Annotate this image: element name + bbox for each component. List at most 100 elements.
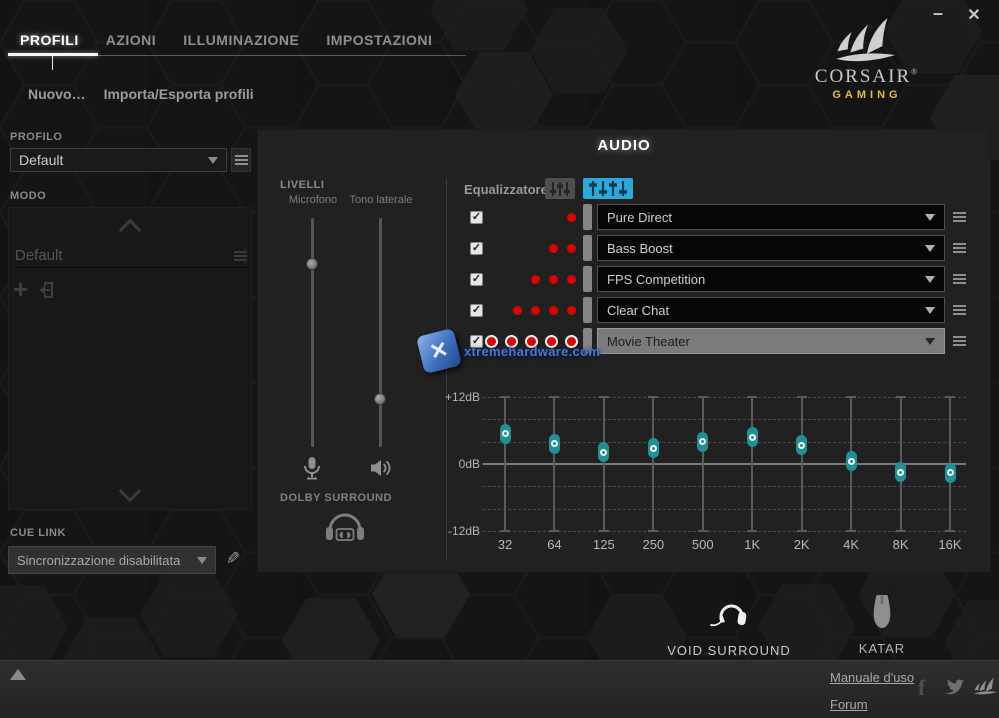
preset-dropdown[interactable]: Clear Chat [597, 297, 945, 323]
eq-band-track[interactable] [751, 397, 753, 531]
mode-list-item[interactable]: Default [15, 244, 247, 268]
eq-band-track[interactable] [801, 397, 803, 531]
eq-frequency-label: 16K [928, 537, 972, 552]
manual-link[interactable]: Manuale d'uso [830, 670, 914, 685]
eq-preset-row-movie-theater: Movie Theater [470, 328, 966, 354]
device-void-surround[interactable]: VOID SURROUND [654, 594, 804, 658]
eq-band-track[interactable] [603, 397, 605, 531]
eq-band-track[interactable] [652, 397, 654, 531]
tab-illuminazione[interactable]: ILLUMINAZIONE [183, 32, 299, 48]
eq-band-handle[interactable] [549, 434, 560, 454]
level-dot [507, 337, 516, 346]
mic-slider-knob[interactable] [306, 258, 318, 270]
preset-dropdown[interactable]: Bass Boost [597, 235, 945, 261]
preset-menu-button[interactable] [953, 336, 966, 346]
preset-dropdown[interactable]: FPS Competition [597, 266, 945, 292]
eq-band-track[interactable] [553, 397, 555, 531]
eq-band-track[interactable] [702, 397, 704, 531]
preset-checkbox[interactable] [470, 273, 483, 286]
edit-pencil-icon[interactable] [226, 549, 240, 569]
eq-band-handle[interactable] [648, 438, 659, 458]
eq-band-handle[interactable] [846, 451, 857, 471]
new-profile-button[interactable]: Nuovo… [28, 86, 86, 102]
mic-level-slider[interactable] [311, 218, 314, 447]
profile-menu-button[interactable] [231, 148, 251, 172]
dolby-surround-label: DOLBY SURROUND [280, 492, 392, 504]
footer-expand-arrow[interactable] [10, 669, 26, 680]
preset-drag-handle[interactable] [583, 204, 592, 230]
tab-profili[interactable]: PROFILI [20, 32, 79, 48]
cue-link-section-label: CUE LINK [10, 527, 66, 539]
equalizer-label: Equalizzatore [464, 182, 548, 197]
eq-y-tick-label: 0dB [418, 457, 480, 471]
preset-dropdown[interactable]: Pure Direct [597, 204, 945, 230]
eq-preset-row-clear-chat: Clear Chat [470, 297, 966, 323]
preset-menu-button[interactable] [953, 212, 966, 222]
add-mode-button[interactable]: + [13, 276, 28, 302]
eq-band-handle[interactable] [747, 427, 758, 447]
active-tab-underline [8, 53, 98, 56]
eq-gridline [483, 486, 966, 487]
speaker-icon [370, 458, 392, 478]
preset-checkbox[interactable] [470, 304, 483, 317]
eq-band-handle[interactable] [697, 432, 708, 452]
eq-band-handle[interactable] [895, 462, 906, 482]
level-dot [549, 275, 558, 284]
corsair-logo: CORSAIR® GAMING [800, 18, 934, 101]
twitter-icon[interactable] [944, 679, 965, 696]
profile-select[interactable]: Default [10, 148, 227, 172]
eq-frequency-label: 64 [532, 537, 576, 552]
profile-select-value: Default [19, 152, 208, 168]
forum-link[interactable]: Forum [830, 697, 868, 712]
close-button[interactable]: ✕ [964, 6, 984, 26]
tab-azioni[interactable]: AZIONI [106, 32, 156, 48]
device-katar[interactable]: KATAR [832, 594, 932, 656]
eq-simple-mode-button[interactable] [545, 178, 575, 199]
level-dot [549, 244, 558, 253]
preset-checkbox[interactable] [470, 335, 483, 348]
eq-band-handle[interactable] [500, 424, 511, 444]
cue-link-select[interactable]: Sincronizzazione disabilitata [8, 546, 216, 574]
eq-band-handle[interactable] [945, 463, 956, 483]
preset-level-dots [483, 275, 583, 284]
main-nav-tabs: PROFILI AZIONI ILLUMINAZIONE IMPOSTAZIONI [20, 32, 432, 48]
eq-band-track[interactable] [504, 397, 506, 531]
eq-preset-row-pure-direct: Pure Direct [470, 204, 966, 230]
preset-drag-handle[interactable] [583, 297, 592, 323]
level-dot [527, 337, 536, 346]
import-mode-icon[interactable] [37, 280, 57, 300]
tab-impostazioni[interactable]: IMPOSTAZIONI [326, 32, 432, 48]
device-label: KATAR [832, 641, 932, 656]
eq-band-handle[interactable] [796, 435, 807, 455]
import-export-profiles-button[interactable]: Importa/Esporta profili [104, 86, 254, 102]
eq-simple-icon [549, 181, 571, 197]
preset-drag-handle[interactable] [583, 235, 592, 261]
scroll-up-icon[interactable] [119, 219, 142, 242]
eq-multi-mode-button[interactable] [583, 178, 633, 199]
section-divider [446, 178, 447, 560]
level-dot [547, 337, 556, 346]
preset-checkbox[interactable] [470, 211, 483, 224]
facebook-icon[interactable]: f [918, 675, 925, 701]
eq-preset-list: Pure Direct Bass Boost FPS Competition Clea… [470, 204, 966, 359]
eq-frequency-label: 2K [780, 537, 824, 552]
preset-menu-button[interactable] [953, 243, 966, 253]
preset-drag-handle[interactable] [583, 266, 592, 292]
mode-item-label: Default [15, 247, 234, 264]
chevron-down-icon [925, 245, 935, 252]
scroll-down-icon[interactable] [119, 480, 142, 503]
preset-checkbox[interactable] [470, 242, 483, 255]
sidetone-level-slider[interactable] [379, 218, 382, 447]
corsair-sails-footer-icon[interactable] [974, 677, 998, 696]
preset-level-dots [483, 306, 583, 315]
preset-drag-handle[interactable] [583, 328, 592, 354]
level-dot [567, 306, 576, 315]
sidetone-slider-knob[interactable] [374, 393, 386, 405]
sidetone-slider-label: Tono laterale [336, 194, 426, 206]
dolby-headphone-icon[interactable] [322, 508, 368, 542]
preset-dropdown[interactable]: Movie Theater [597, 328, 945, 354]
preset-menu-button[interactable] [953, 274, 966, 284]
eq-band-handle[interactable] [598, 442, 609, 462]
chevron-down-icon [925, 338, 935, 345]
preset-menu-button[interactable] [953, 305, 966, 315]
